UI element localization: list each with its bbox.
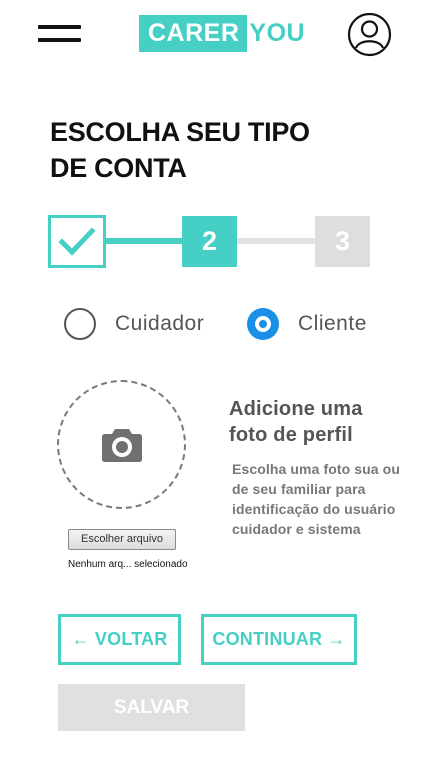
radio-cuidador-label: Cuidador xyxy=(115,312,205,335)
user-circle-icon[interactable] xyxy=(347,12,392,57)
radio-cliente-label: Cliente xyxy=(298,312,367,335)
logo-carer: CARER xyxy=(139,15,248,52)
continue-button[interactable]: CONTINUAR → xyxy=(201,614,357,665)
step-1-completed xyxy=(48,215,106,268)
page-title: ESCOLHA SEU TIPO DE CONTA xyxy=(50,114,330,186)
radio-cliente[interactable]: Cliente xyxy=(247,306,367,342)
stepper-connector-pending xyxy=(236,238,316,244)
page-title-line1: ESCOLHA SEU TIPO xyxy=(50,117,310,147)
photo-description: Escolha uma foto sua ou de seu familiar … xyxy=(232,461,400,537)
file-status-text: Nenhum arq... selecionado xyxy=(68,559,188,570)
radio-cliente-circle[interactable] xyxy=(247,308,279,340)
choose-file-button[interactable]: Escolher arquivo xyxy=(68,529,176,550)
logo-you: YOU xyxy=(249,19,306,47)
back-button[interactable]: ← VOLTAR xyxy=(58,614,181,665)
profile-photo-dropzone[interactable] xyxy=(57,380,186,509)
step-3-inactive: 3 xyxy=(315,216,370,267)
checkmark-icon xyxy=(58,226,96,256)
photo-heading: Adicione uma foto de perfil xyxy=(229,398,363,446)
stepper-connector-completed xyxy=(104,238,184,244)
step-2-active: 2 xyxy=(182,216,237,267)
camera-icon xyxy=(101,428,142,462)
radio-cuidador[interactable]: Cuidador xyxy=(64,306,204,342)
radio-cuidador-circle[interactable] xyxy=(64,308,96,340)
app-logo: CARER YOU xyxy=(139,15,305,52)
hamburger-menu-icon[interactable] xyxy=(38,24,82,44)
save-button[interactable]: SALVAR xyxy=(58,684,245,731)
page-title-line2: DE CONTA xyxy=(50,153,187,183)
